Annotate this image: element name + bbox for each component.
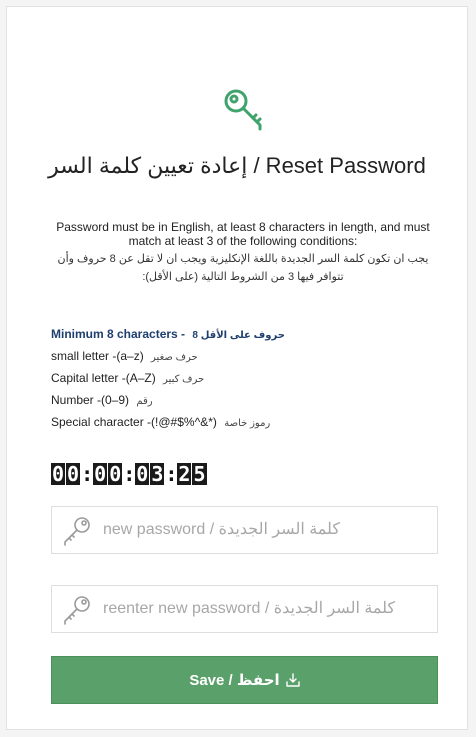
save-button[interactable]: Save / احفظ xyxy=(51,656,438,704)
timer-digit: 0 xyxy=(93,462,108,486)
new-password-input[interactable] xyxy=(103,510,437,550)
timer-separator: : xyxy=(123,462,136,486)
timer-digit: 0 xyxy=(51,462,66,486)
key-outline-icon xyxy=(64,596,90,625)
password-rules-arabic: يجب ان تكون كلمة السر الجديدة باللغة الإ… xyxy=(57,253,429,283)
condition-item: Special character -(!@#$%^&*) رموز خاصة xyxy=(51,412,285,434)
timer-digit: 2 xyxy=(177,462,192,486)
reenter-password-field[interactable] xyxy=(51,585,438,633)
timer-digit: 0 xyxy=(135,462,150,486)
condition-item: Capital letter -(A–Z) حرف كبير xyxy=(51,368,285,390)
condition-item: Number -(0–9) رقم xyxy=(51,390,285,412)
timer-separator: : xyxy=(165,462,178,486)
key-outline-icon xyxy=(64,517,90,546)
timer-digit: 3 xyxy=(150,462,165,486)
timer-separator: : xyxy=(81,462,94,486)
download-icon xyxy=(285,673,300,687)
password-conditions-list: Minimum 8 characters - 8 حروف على الأقل … xyxy=(51,324,285,434)
countdown-timer: 0 0 : 0 0 : 0 3 : 2 5 xyxy=(51,463,208,485)
reset-password-card: إعادة تعيين كلمة السر / Reset Password P… xyxy=(6,6,468,730)
save-button-label: Save / احفظ xyxy=(189,672,280,689)
condition-number-en: Number -(0–9) xyxy=(51,393,130,407)
condition-capital-letter-ar: حرف كبير xyxy=(163,374,205,385)
page-title: إعادة تعيين كلمة السر / Reset Password xyxy=(48,153,426,178)
condition-minimum-length-ar: 8 حروف على الأقل xyxy=(192,330,285,341)
condition-number-ar: رقم xyxy=(136,396,153,407)
new-password-field[interactable] xyxy=(51,506,438,554)
key-icon xyxy=(224,89,262,131)
condition-small-letter-en: small letter -(a–z) xyxy=(51,349,144,363)
condition-item: small letter -(a–z) حرف صغير xyxy=(51,346,285,368)
condition-special-character-ar: رموز خاصة xyxy=(224,418,271,429)
timer-digit: 5 xyxy=(192,462,207,486)
condition-special-character-en: Special character -(!@#$%^&*) xyxy=(51,415,217,429)
condition-minimum-length: Minimum 8 characters - 8 حروف على الأقل xyxy=(51,324,285,346)
condition-minimum-length-en: Minimum 8 characters - xyxy=(51,327,186,341)
password-rules-english: Password must be in English, at least 8 … xyxy=(56,220,430,248)
condition-capital-letter-en: Capital letter -(A–Z) xyxy=(51,371,156,385)
timer-digit: 0 xyxy=(108,462,123,486)
condition-small-letter-ar: حرف صغير xyxy=(151,352,198,363)
timer-digit: 0 xyxy=(66,462,81,486)
reenter-password-input[interactable] xyxy=(103,589,437,629)
